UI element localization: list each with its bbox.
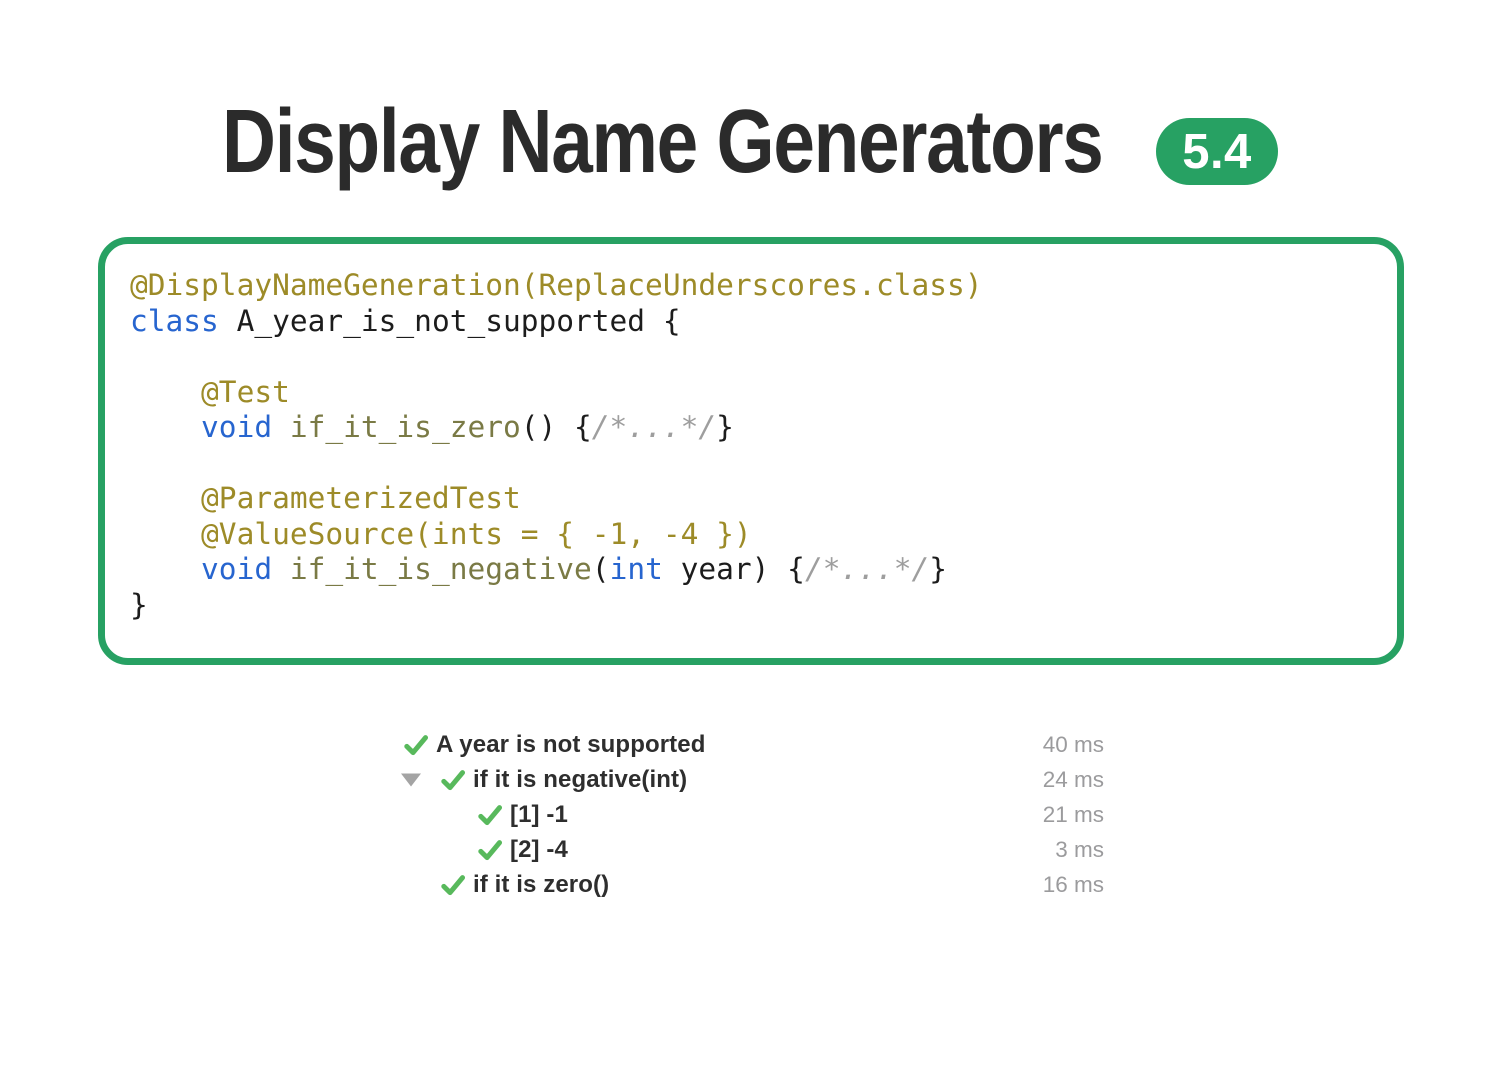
test-results-tree: A year is not supported 40 ms if it is neg… — [400, 727, 1104, 902]
test-duration: 3 ms — [1055, 836, 1104, 862]
version-badge-label: 5.4 — [1182, 124, 1252, 179]
code-token-comment: /*...*/ — [591, 410, 717, 444]
code-token-plain: () { — [520, 410, 592, 444]
code-line: } — [130, 588, 1372, 624]
test-passed-check-icon — [477, 837, 503, 863]
collapse-triangle-icon[interactable] — [401, 773, 421, 786]
test-tree-row[interactable]: [1] -1 21 ms — [400, 797, 1104, 832]
test-label: [1] -1 — [510, 800, 568, 828]
test-label: A year is not supported — [436, 730, 706, 758]
test-label: if it is negative(int) — [473, 765, 688, 793]
page-title: Display Name Generators — [222, 97, 1283, 187]
test-passed-check-icon — [440, 767, 466, 793]
test-tree-row[interactable]: A year is not supported 40 ms — [400, 727, 1104, 762]
test-label: [2] -4 — [510, 835, 568, 863]
test-passed-check-icon — [477, 802, 503, 828]
code-line: @ParameterizedTest — [130, 481, 1372, 517]
code-token-plain: } — [130, 587, 148, 622]
code-token-plain: } — [716, 410, 734, 444]
test-duration: 21 ms — [1042, 801, 1104, 827]
code-token-plain: A_year_is_not_supported { — [218, 303, 681, 338]
code-token-keyword: void — [201, 552, 273, 586]
code-token-annotation: @DisplayNameGeneration(ReplaceUnderscore… — [130, 268, 983, 302]
test-passed-check-icon — [440, 872, 466, 898]
code-token-method: if_it_is_zero — [289, 410, 521, 444]
code-line: @DisplayNameGeneration(ReplaceUnderscore… — [130, 268, 1372, 304]
code-panel: @DisplayNameGeneration(ReplaceUnderscore… — [98, 237, 1404, 665]
code-line: @Test — [130, 375, 1372, 411]
test-tree-row[interactable]: if it is zero() 16 ms — [400, 867, 1104, 902]
code-token-keyword: int — [609, 552, 663, 586]
code-token-plain: } — [929, 552, 948, 586]
code-line: void if_it_is_negative(int year) {/*...*… — [130, 552, 1372, 588]
test-duration: 40 ms — [1042, 731, 1104, 757]
version-badge: 5.4 — [1156, 118, 1278, 185]
code-token-keyword: void — [201, 410, 273, 444]
page-title-text: Display Name Generators — [222, 92, 1104, 192]
code-token-keyword: class — [130, 303, 219, 338]
test-tree-row[interactable]: if it is negative(int) 24 ms — [400, 762, 1104, 797]
code-token-annotation: @Test — [201, 374, 290, 409]
test-duration: 24 ms — [1042, 766, 1104, 792]
test-tree-row[interactable]: [2] -4 3 ms — [400, 832, 1104, 867]
code-line: @ValueSource(ints = { -1, -4 }) — [130, 517, 1372, 553]
code-line: void if_it_is_zero() {/*...*/} — [130, 410, 1372, 446]
code-line: class A_year_is_not_supported { — [130, 304, 1372, 340]
slide: Display Name Generators 5.4 @DisplayName… — [0, 0, 1498, 1092]
code-block: @DisplayNameGeneration(ReplaceUnderscore… — [130, 268, 1372, 623]
code-token-annotation: @ValueSource(ints = { -1, -4 }) — [201, 516, 752, 551]
code-token-method: if_it_is_negative — [289, 552, 592, 586]
test-passed-check-icon — [403, 732, 429, 758]
code-token-comment: /*...*/ — [804, 552, 930, 586]
code-token-plain: year) { — [662, 552, 805, 586]
code-token-plain: ( — [591, 552, 610, 586]
test-duration: 16 ms — [1042, 871, 1104, 897]
code-token-annotation: @ParameterizedTest — [201, 481, 521, 515]
test-label: if it is zero() — [473, 870, 610, 898]
